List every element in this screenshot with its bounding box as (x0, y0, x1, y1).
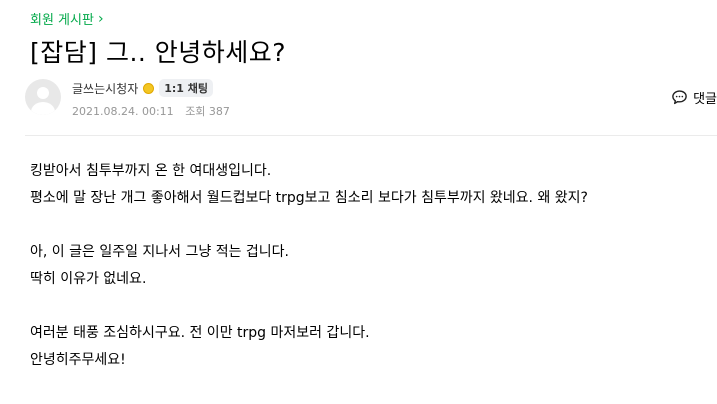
board-link[interactable]: 회원 게시판 › (30, 9, 104, 29)
post-views: 조회 387 (185, 105, 230, 118)
body-line: 아, 이 글은 일주일 지나서 그냥 적는 겁니다. (30, 244, 290, 260)
medal-icon (143, 82, 155, 94)
chevron-right-icon: › (97, 10, 104, 27)
post-body: 킹받아서 침투부까지 온 한 여대생입니다. 평소에 말 장난 개그 좋아해서 … (30, 158, 588, 374)
avatar-head-shape (37, 87, 49, 99)
board-name: 회원 게시판 (30, 13, 94, 28)
divider (25, 135, 717, 136)
body-line: 딱히 이유가 없네요. (30, 271, 147, 287)
body-line: 여러분 태풍 조심하시구요. 전 이만 trpg 마저보러 갑니다. (30, 325, 370, 341)
body-line: 평소에 말 장난 개그 좋아해서 월드컵보다 trpg보고 침소리 보다가 침투… (30, 190, 588, 206)
comment-link[interactable]: 댓글 (671, 88, 717, 107)
speech-bubble-icon (672, 90, 687, 105)
post-meta: 2021.08.24. 00:11 조회 387 (72, 103, 230, 119)
author-name[interactable]: 글쓰는시청자 (72, 80, 138, 97)
comment-label: 댓글 (693, 92, 717, 107)
post-title: [잡담] 그.. 안녕하세요? (30, 38, 287, 67)
author-row: 글쓰는시청자 1:1 채팅 (72, 79, 214, 97)
post-date: 2021.08.24. 00:11 (72, 105, 174, 118)
avatar-shoulder-shape (31, 102, 55, 115)
body-line: 안녕히주무세요! (30, 352, 126, 368)
body-line: 킹받아서 침투부까지 온 한 여대생입니다. (30, 163, 272, 179)
chat-button[interactable]: 1:1 채팅 (159, 79, 214, 97)
avatar[interactable] (25, 79, 61, 115)
